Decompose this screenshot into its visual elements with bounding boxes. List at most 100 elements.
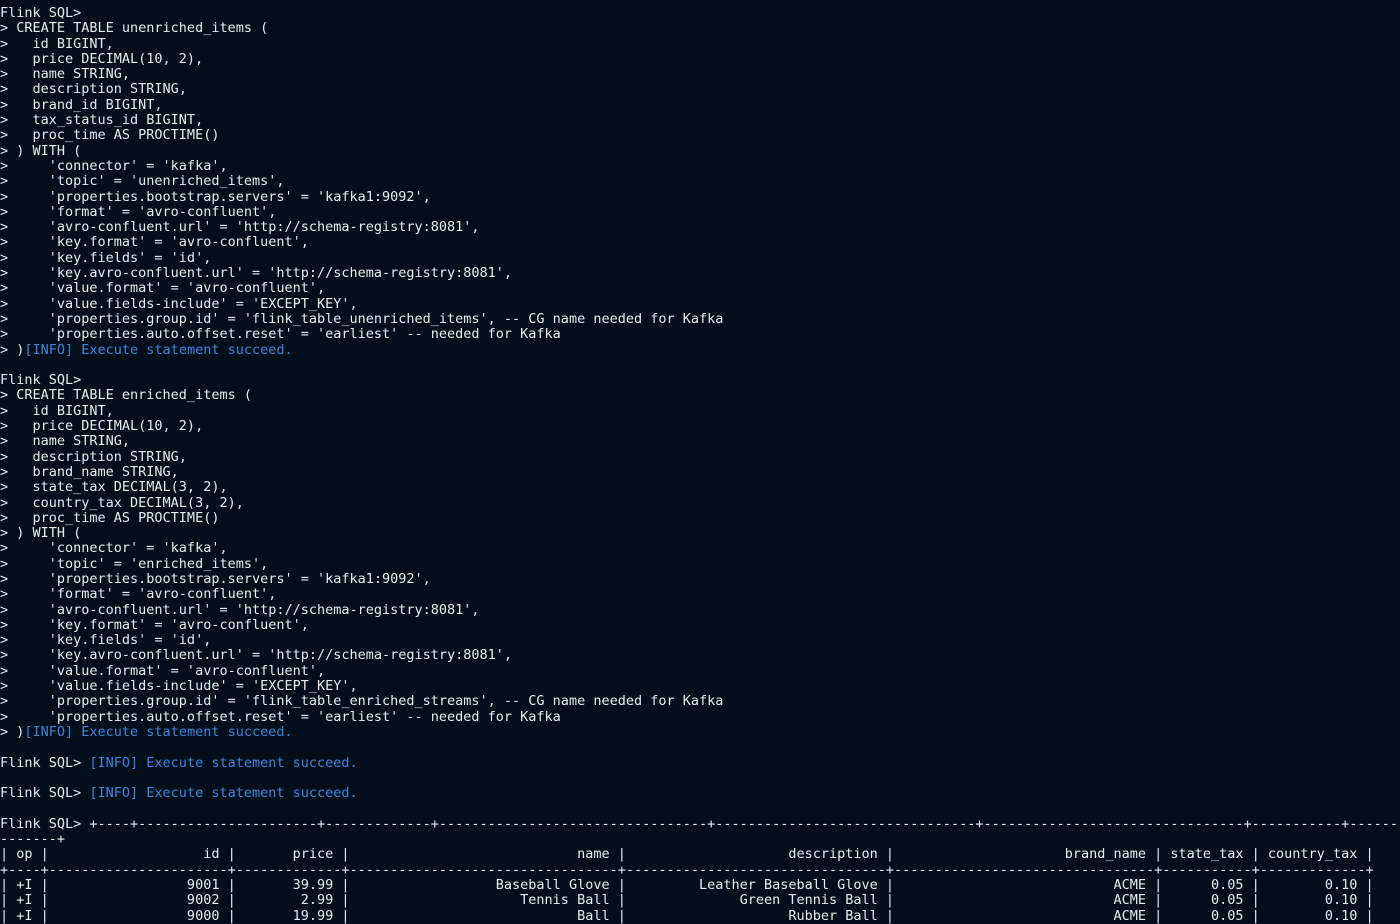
info-message: [INFO] Execute statement succeed. xyxy=(89,786,358,802)
terminal-line: > 'avro-confluent.url' = 'http://schema-… xyxy=(0,220,1400,235)
terminal-line: > 'key.avro-confluent.url' = 'http://sch… xyxy=(0,648,1400,663)
terminal-line: > 'key.format' = 'avro-confluent', xyxy=(0,235,1400,250)
terminal-line: > proc_time AS PROCTIME() xyxy=(0,511,1400,526)
terminal-line: > name STRING, xyxy=(0,67,1400,82)
terminal-line-text: > 'topic' = 'unenriched_items', xyxy=(0,174,285,190)
terminal-line-text: > state_tax DECIMAL(3, 2), xyxy=(0,480,228,496)
terminal-line-text: > proc_time AS PROCTIME() xyxy=(0,510,220,526)
terminal-line: > price DECIMAL(10, 2), xyxy=(0,52,1400,67)
terminal-line-text: > description STRING, xyxy=(0,82,187,98)
terminal-line-text: > price DECIMAL(10, 2), xyxy=(0,419,204,435)
terminal-line: > 'key.avro-confluent.url' = 'http://sch… xyxy=(0,266,1400,281)
terminal-line-text: > id BIGINT, xyxy=(0,36,114,52)
info-message: [INFO] Execute statement succeed. xyxy=(24,724,293,740)
terminal-line: -------+ xyxy=(0,832,1400,847)
terminal-line-text: > price DECIMAL(10, 2), xyxy=(0,51,204,67)
info-message: [INFO] Execute statement succeed. xyxy=(89,755,358,771)
terminal-line: > 'avro-confluent.url' = 'http://schema-… xyxy=(0,603,1400,618)
terminal-line-text: > name STRING, xyxy=(0,434,131,450)
terminal-line: > 'topic' = 'unenriched_items', xyxy=(0,174,1400,189)
terminal-line: > 'key.fields' = 'id', xyxy=(0,251,1400,266)
terminal-line-text: > 'value.format' = 'avro-confluent', xyxy=(0,281,326,297)
terminal-line-text: > ) WITH ( xyxy=(0,526,82,542)
terminal-line: > 'format' = 'avro-confluent', xyxy=(0,587,1400,602)
terminal-line: > ) WITH ( xyxy=(0,526,1400,541)
terminal-line-text: | op | id | price | name | description |… xyxy=(0,847,1374,863)
terminal-line-text: | +I | 9001 | 39.99 | Baseball Glove | L… xyxy=(0,877,1374,893)
terminal-line-text: > ) xyxy=(0,342,25,358)
terminal-line-text: > description STRING, xyxy=(0,449,187,465)
terminal-line-text: > 'value.fields-include' = 'EXCEPT_KEY', xyxy=(0,296,358,312)
terminal-line: > 'value.fields-include' = 'EXCEPT_KEY', xyxy=(0,679,1400,694)
terminal-line: > brand_id BIGINT, xyxy=(0,98,1400,113)
terminal-line: Flink SQL> [INFO] Execute statement succ… xyxy=(0,786,1400,801)
terminal-line-text: > 'key.format' = 'avro-confluent', xyxy=(0,235,309,251)
terminal-line: > )[INFO] Execute statement succeed. xyxy=(0,725,1400,740)
terminal-line-text: > ) xyxy=(0,724,25,740)
terminal-line: > 'properties.group.id' = 'flink_table_u… xyxy=(0,312,1400,327)
terminal-line-text: > 'key.fields' = 'id', xyxy=(0,250,212,266)
terminal-line: Flink SQL> +----+----------------------+… xyxy=(0,817,1400,832)
terminal-line: > id BIGINT, xyxy=(0,37,1400,52)
terminal-line-text: > id BIGINT, xyxy=(0,403,114,419)
terminal-line-text: | +I | 9000 | 19.99 | Ball | Rubber Ball… xyxy=(0,908,1374,924)
terminal-line: > state_tax DECIMAL(3, 2), xyxy=(0,480,1400,495)
terminal-line: > ) WITH ( xyxy=(0,144,1400,159)
terminal-line-text: > 'properties.group.id' = 'flink_table_u… xyxy=(0,311,724,327)
terminal-line-text: Flink SQL> xyxy=(0,6,82,21)
info-message: [INFO] Execute statement succeed. xyxy=(24,342,293,358)
terminal-line: > country_tax DECIMAL(3, 2), xyxy=(0,496,1400,511)
terminal-line-text: | +I | 9002 | 2.99 | Tennis Ball | Green… xyxy=(0,893,1374,909)
terminal-line-text: > 'avro-confluent.url' = 'http://schema-… xyxy=(0,602,480,618)
terminal-line-text: > 'properties.bootstrap.servers' = 'kafk… xyxy=(0,189,431,205)
terminal-line: > 'format' = 'avro-confluent', xyxy=(0,205,1400,220)
terminal-line-text: > 'properties.bootstrap.servers' = 'kafk… xyxy=(0,571,431,587)
terminal-line: > 'value.format' = 'avro-confluent', xyxy=(0,281,1400,296)
terminal-line-text: > brand_name STRING, xyxy=(0,464,179,480)
terminal-line: > id BIGINT, xyxy=(0,404,1400,419)
terminal-line: > name STRING, xyxy=(0,434,1400,449)
terminal-line-text: > 'connector' = 'kafka', xyxy=(0,158,228,174)
terminal-line-text: > 'value.fields-include' = 'EXCEPT_KEY', xyxy=(0,679,358,695)
terminal-line: > 'value.fields-include' = 'EXCEPT_KEY', xyxy=(0,297,1400,312)
terminal-line-text: > proc_time AS PROCTIME() xyxy=(0,128,220,144)
terminal-line: > brand_name STRING, xyxy=(0,465,1400,480)
terminal-line: > 'properties.bootstrap.servers' = 'kafk… xyxy=(0,190,1400,205)
terminal-line-text: > ) WITH ( xyxy=(0,143,82,159)
terminal-line-text: +----+----------------------+-----------… xyxy=(0,862,1374,878)
terminal-line: | +I | 9000 | 19.99 | Ball | Rubber Ball… xyxy=(0,909,1400,924)
terminal-line: > 'value.format' = 'avro-confluent', xyxy=(0,664,1400,679)
terminal-line: +----+----------------------+-----------… xyxy=(0,863,1400,878)
terminal-line: > CREATE TABLE enriched_items ( xyxy=(0,388,1400,403)
terminal-line-text: > brand_id BIGINT, xyxy=(0,97,163,113)
terminal-line: > 'properties.bootstrap.servers' = 'kafk… xyxy=(0,572,1400,587)
terminal-line: > 'key.fields' = 'id', xyxy=(0,633,1400,648)
terminal-line-text: > 'properties.auto.offset.reset' = 'earl… xyxy=(0,709,561,725)
terminal-line: > proc_time AS PROCTIME() xyxy=(0,128,1400,143)
terminal-window[interactable]: Flink SQL> > CREATE TABLE unenriched_item… xyxy=(0,0,1400,924)
terminal-line-text: > country_tax DECIMAL(3, 2), xyxy=(0,495,244,511)
terminal-line: | op | id | price | name | description |… xyxy=(0,847,1400,862)
terminal-line: > CREATE TABLE unenriched_items ( xyxy=(0,21,1400,36)
terminal-line: Flink SQL> xyxy=(0,6,1400,21)
terminal-line-text: > 'properties.auto.offset.reset' = 'earl… xyxy=(0,327,561,343)
terminal-line-text: > 'key.avro-confluent.url' = 'http://sch… xyxy=(0,266,513,282)
terminal-line: | +I | 9001 | 39.99 | Baseball Glove | L… xyxy=(0,878,1400,893)
terminal-line-text: > 'topic' = 'enriched_items', xyxy=(0,556,269,572)
terminal-line-text: > 'key.format' = 'avro-confluent', xyxy=(0,617,309,633)
terminal-line: > )[INFO] Execute statement succeed. xyxy=(0,343,1400,358)
terminal-line-text: -------+ xyxy=(0,832,66,848)
terminal-line-text: > 'connector' = 'kafka', xyxy=(0,541,228,557)
terminal-line: > 'key.format' = 'avro-confluent', xyxy=(0,618,1400,633)
terminal-line-text: Flink SQL> xyxy=(0,786,90,802)
terminal-line: > 'connector' = 'kafka', xyxy=(0,159,1400,174)
terminal-line: Flink SQL> [INFO] Execute statement succ… xyxy=(0,756,1400,771)
terminal-line-text: > tax_status_id BIGINT, xyxy=(0,113,204,129)
terminal-line-text: Flink SQL> xyxy=(0,755,90,771)
terminal-line-text: > 'properties.group.id' = 'flink_table_e… xyxy=(0,694,724,710)
terminal-line-text: > 'format' = 'avro-confluent', xyxy=(0,587,277,603)
